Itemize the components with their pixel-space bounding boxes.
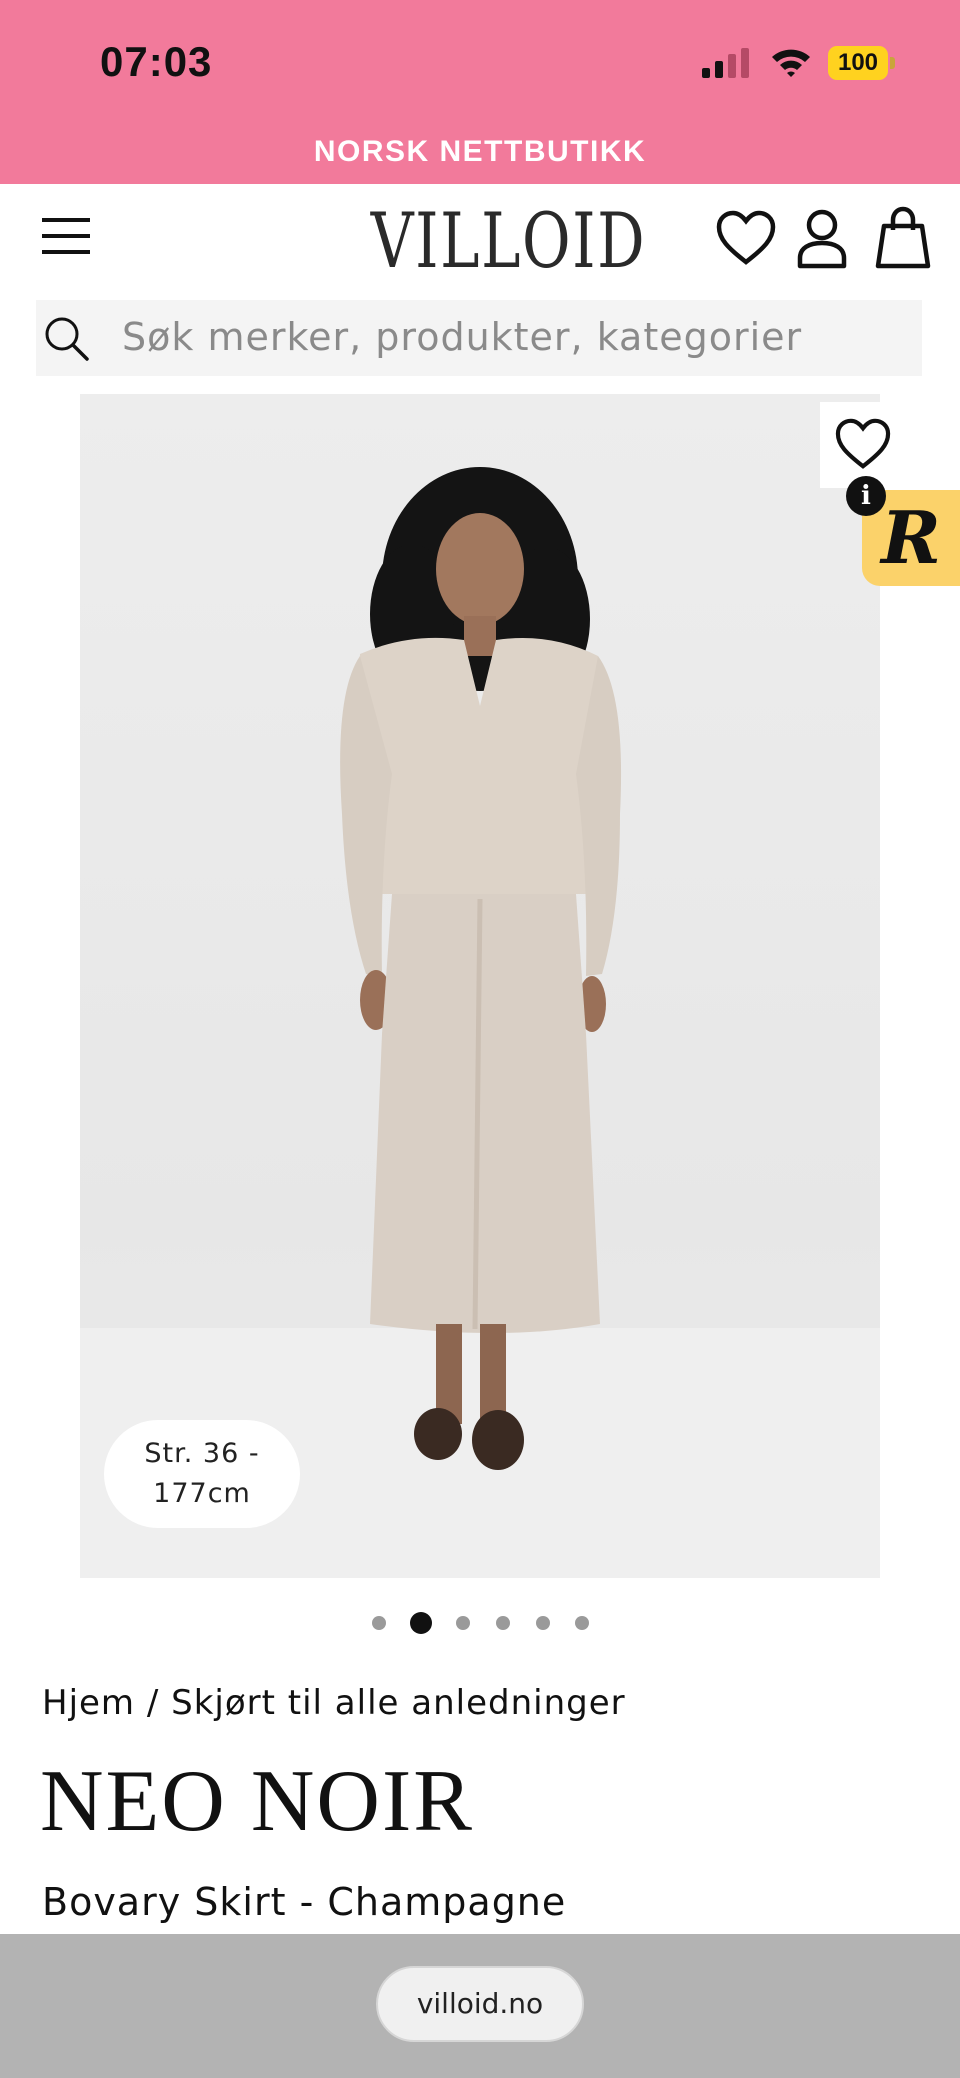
carousel-dot-4[interactable] <box>496 1616 510 1630</box>
search-icon[interactable] <box>44 316 90 362</box>
user-icon[interactable] <box>796 208 848 270</box>
product-name: Bovary Skirt - Champagne <box>42 1880 567 1924</box>
carousel-dot-3[interactable] <box>456 1616 470 1630</box>
menu-icon[interactable] <box>40 214 92 258</box>
product-brand[interactable]: NEO NOIR <box>40 1752 474 1852</box>
info-icon[interactable]: i <box>846 476 886 516</box>
wifi-icon <box>772 49 810 77</box>
carousel-dot-5[interactable] <box>536 1616 550 1630</box>
battery-level: 100 <box>828 46 888 80</box>
heart-icon <box>835 418 891 469</box>
carousel-dot-1[interactable] <box>372 1616 386 1630</box>
model-size-line1: Str. 36 - <box>144 1438 260 1469</box>
battery-icon: 100 <box>828 46 896 80</box>
search-input[interactable]: Søk merker, produkter, kategorier <box>122 312 802 362</box>
model-size-line2: 177cm <box>153 1478 251 1509</box>
site-logo[interactable]: VILLOID <box>371 196 645 286</box>
add-to-wishlist-button[interactable] <box>820 402 906 488</box>
shopping-bag-icon[interactable] <box>874 206 932 270</box>
address-bar[interactable]: villoid.no <box>376 1966 584 2042</box>
status-bar: 07:03 100 <box>0 0 960 140</box>
product-image[interactable] <box>80 394 880 1578</box>
search-bar[interactable]: Søk merker, produkter, kategorier <box>36 300 922 376</box>
announcement-bar: NORSK NETTBUTIKK <box>0 132 960 184</box>
model-size-info: Str. 36 - 177cm <box>104 1420 300 1528</box>
carousel-dot-6[interactable] <box>575 1616 589 1630</box>
model-illustration <box>340 467 622 1470</box>
status-time: 07:03 <box>100 38 213 85</box>
carousel-indicators <box>0 1610 960 1634</box>
breadcrumb[interactable]: Hjem / Skjørt til alle anledninger <box>42 1680 626 1726</box>
signal-icon <box>702 48 749 78</box>
heart-icon[interactable] <box>716 210 776 266</box>
carousel-dot-2[interactable] <box>410 1612 432 1634</box>
